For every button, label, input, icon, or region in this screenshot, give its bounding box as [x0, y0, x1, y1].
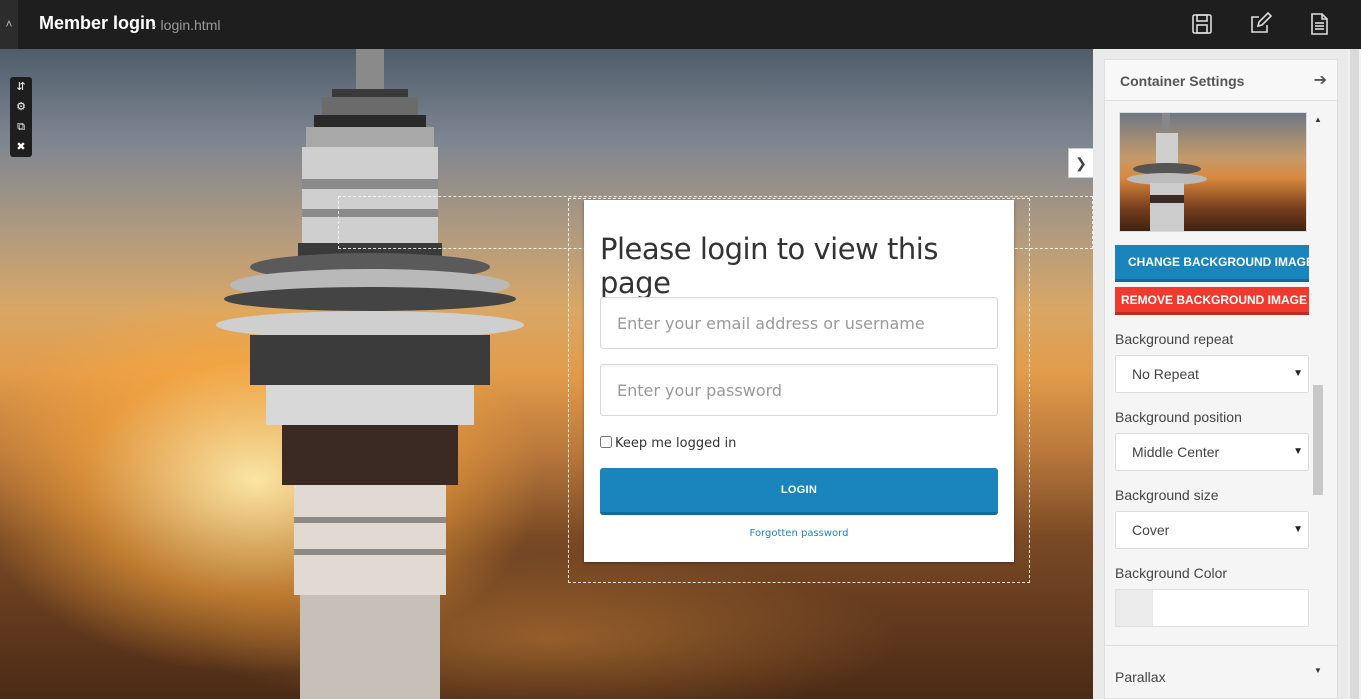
caret-down-icon: ▼ — [1293, 524, 1303, 535]
panel-title: Container Settings — [1120, 73, 1245, 89]
settings-panel: Container Settings ➔ CHANGE BACKGROUND I… — [1093, 49, 1348, 699]
duplicate-icon[interactable]: ⧉ — [10, 117, 32, 137]
login-button[interactable]: LOGIN — [600, 468, 998, 515]
window-scrollbar[interactable] — [1348, 49, 1361, 699]
sky-tower-image — [216, 49, 524, 699]
close-icon[interactable]: ✖ — [10, 137, 32, 157]
bg-size-value: Cover — [1132, 522, 1170, 538]
password-field[interactable] — [600, 364, 998, 416]
keep-logged-in-label: Keep me logged in — [615, 436, 737, 451]
change-background-button[interactable]: CHANGE BACKGROUND IMAGE — [1115, 245, 1309, 282]
arrow-right-icon[interactable]: ➔ — [1314, 70, 1327, 90]
scroll-down-arrow-icon[interactable]: ▼ — [1311, 664, 1325, 678]
bg-position-value: Middle Center — [1132, 444, 1220, 460]
divider — [1105, 645, 1337, 646]
bg-size-label: Background size — [1115, 487, 1219, 503]
keep-logged-in-checkbox[interactable] — [600, 436, 612, 448]
caret-down-icon: ▼ — [1293, 446, 1303, 457]
color-swatch[interactable] — [1116, 590, 1153, 626]
keep-logged-in[interactable]: Keep me logged in — [600, 436, 736, 451]
bg-position-label: Background position — [1115, 409, 1242, 425]
panel-header: Container Settings ➔ — [1105, 60, 1337, 101]
bg-repeat-label: Background repeat — [1115, 331, 1234, 347]
bg-repeat-value: No Repeat — [1132, 366, 1199, 382]
email-field[interactable] — [600, 297, 998, 349]
bg-color-label: Background Color — [1115, 565, 1228, 581]
page-title: Member login — [39, 13, 157, 33]
login-form: Please login to view this page Keep me l… — [584, 200, 1014, 562]
save-icon[interactable] — [1190, 12, 1214, 36]
scrollbar-thumb[interactable] — [1313, 385, 1323, 495]
container-settings: Container Settings ➔ CHANGE BACKGROUND I… — [1104, 59, 1338, 699]
bg-color-input[interactable] — [1115, 589, 1309, 627]
forgotten-password-link[interactable]: Forgotten password — [584, 528, 1014, 539]
top-bar: ˄ Member login - login.html — [0, 0, 1361, 49]
remove-background-button[interactable]: REMOVE BACKGROUND IMAGE — [1115, 287, 1309, 315]
scroll-up-arrow-icon[interactable]: ▲ — [1311, 113, 1325, 127]
collapse-toggle-icon[interactable]: ˄ — [0, 0, 18, 49]
caret-down-icon: ▼ — [1293, 368, 1303, 379]
bg-size-select[interactable]: Cover ▼ — [1115, 511, 1309, 549]
page-filename: - login.html — [152, 17, 221, 33]
row-toolbar: ⇵ ⚙ ⧉ ✖ — [10, 77, 32, 157]
bg-position-select[interactable]: Middle Center ▼ — [1115, 433, 1309, 471]
parallax-label: Parallax — [1115, 669, 1166, 685]
gear-icon[interactable]: ⚙ — [10, 97, 32, 117]
background-thumbnail — [1119, 112, 1307, 232]
window-scrollbar-thumb[interactable] — [1350, 49, 1359, 699]
panel-toggle-chevron-icon[interactable]: ❯ — [1068, 148, 1093, 178]
move-icon[interactable]: ⇵ — [10, 77, 32, 97]
edit-icon[interactable] — [1248, 11, 1273, 36]
login-heading: Please login to view this page — [600, 232, 938, 300]
panel-scrollbar[interactable]: ▲ ▼ — [1311, 113, 1325, 678]
page-icon[interactable] — [1307, 12, 1331, 36]
bg-repeat-select[interactable]: No Repeat ▼ — [1115, 355, 1309, 393]
